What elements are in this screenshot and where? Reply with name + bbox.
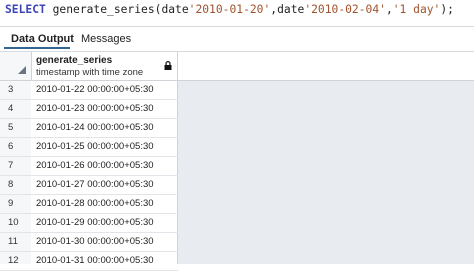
table-cell[interactable]: 2010-01-30 00:00:00+05:30	[36, 233, 154, 251]
table-cell[interactable]: 2010-01-26 00:00:00+05:30	[36, 157, 154, 175]
table-cell[interactable]: 2010-01-22 00:00:00+05:30	[36, 81, 154, 99]
table-row[interactable]: 10 2010-01-29 00:00:00+05:30	[0, 214, 178, 233]
row-number: 9	[8, 198, 14, 209]
table-row[interactable]: 9 2010-01-28 00:00:00+05:30	[0, 195, 178, 214]
table-cell[interactable]: 2010-01-23 00:00:00+05:30	[36, 100, 154, 118]
table-row[interactable]: 6 2010-01-25 00:00:00+05:30	[0, 138, 178, 157]
grid-empty-area	[178, 80, 474, 264]
lock-icon	[164, 61, 172, 70]
row-number: 3	[8, 84, 14, 95]
table-row[interactable]: 12 2010-01-31 00:00:00+05:30	[0, 252, 178, 271]
results-grid[interactable]: generate_series timestamp with time zone…	[0, 52, 474, 271]
table-cell[interactable]: 2010-01-29 00:00:00+05:30	[36, 214, 154, 232]
row-number: 12	[8, 255, 19, 266]
sql-comma-2: ,	[385, 3, 393, 16]
sql-function: generate_series(	[45, 3, 162, 16]
grid-header: generate_series timestamp with time zone	[0, 52, 474, 81]
row-number: 11	[8, 236, 18, 247]
row-number: 4	[8, 103, 14, 114]
table-cell[interactable]: 2010-01-31 00:00:00+05:30	[36, 252, 154, 270]
table-row[interactable]: 4 2010-01-23 00:00:00+05:30	[0, 100, 178, 119]
row-number: 8	[8, 179, 14, 190]
sql-date-keyword-1: date	[161, 3, 189, 16]
select-all-corner[interactable]	[0, 52, 32, 80]
sql-start-date: '2010-01-20'	[188, 3, 271, 16]
table-row[interactable]: 7 2010-01-26 00:00:00+05:30	[0, 157, 178, 176]
column-name: generate_series	[36, 55, 113, 66]
active-tab-indicator	[4, 47, 70, 49]
sql-date-keyword-2: date	[277, 3, 305, 16]
tab-messages[interactable]: Messages	[81, 33, 131, 45]
corner-triangle-icon	[18, 66, 26, 74]
output-tabs: Data Output Messages	[0, 27, 474, 52]
row-number: 7	[8, 160, 14, 171]
sql-end: );	[440, 3, 454, 16]
column-type: timestamp with time zone	[36, 67, 144, 78]
tab-data-output[interactable]: Data Output	[11, 33, 74, 45]
table-cell[interactable]: 2010-01-28 00:00:00+05:30	[36, 195, 154, 213]
sql-query-text[interactable]: SELECT generate_series(date'2010-01-20',…	[5, 3, 454, 17]
sql-keyword-select: SELECT	[5, 3, 46, 16]
table-row[interactable]: 8 2010-01-27 00:00:00+05:30	[0, 176, 178, 195]
table-row[interactable]: 3 2010-01-22 00:00:00+05:30	[0, 81, 178, 100]
column-header-generate-series[interactable]: generate_series timestamp with time zone	[31, 52, 178, 80]
table-cell[interactable]: 2010-01-27 00:00:00+05:30	[36, 176, 154, 194]
table-cell[interactable]: 2010-01-24 00:00:00+05:30	[36, 119, 154, 137]
row-number: 6	[8, 141, 14, 152]
sql-editor[interactable]: SELECT generate_series(date'2010-01-20',…	[0, 0, 474, 22]
row-number: 10	[8, 217, 19, 228]
row-number: 5	[8, 122, 14, 133]
table-cell[interactable]: 2010-01-25 00:00:00+05:30	[36, 138, 154, 156]
table-row[interactable]: 5 2010-01-24 00:00:00+05:30	[0, 119, 178, 138]
sql-end-date: '2010-02-04'	[304, 3, 386, 16]
table-row[interactable]: 11 2010-01-30 00:00:00+05:30	[0, 233, 178, 252]
sql-interval: '1 day'	[392, 3, 441, 16]
